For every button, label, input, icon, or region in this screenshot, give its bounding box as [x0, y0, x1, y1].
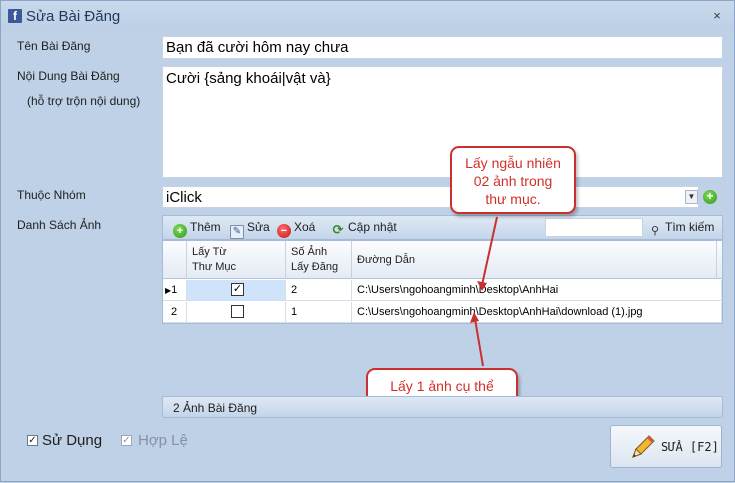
group-value: iClick: [166, 189, 202, 206]
save-button-label: SỬA [F2]: [661, 440, 719, 454]
use-label: Sử Dụng: [42, 432, 103, 449]
edit-icon: ✎: [230, 225, 244, 239]
update-button-label: Cập nhật: [348, 220, 397, 234]
header-from-folder[interactable]: Lấy Từ Thư Mục: [187, 241, 286, 279]
table-row[interactable]: 2 1 C:\Users\ngohoangminh\Desktop\AnhHai…: [163, 302, 722, 323]
edit-button-label: Sửa: [247, 220, 270, 234]
add-button[interactable]: + Thêm: [173, 220, 221, 238]
image-count-cell[interactable]: 1: [286, 302, 352, 323]
window-title: Sửa Bài Đăng: [26, 8, 121, 25]
header-image-count[interactable]: Số Ảnh Lấy Đăng: [286, 241, 352, 279]
post-title-input[interactable]: Bạn đã cười hôm nay chưa: [162, 36, 723, 59]
post-content-label: Nội Dung Bài Đăng: [17, 69, 120, 83]
group-label: Thuộc Nhóm: [17, 188, 86, 202]
delete-button[interactable]: − Xoá: [277, 220, 315, 238]
images-grid: Lấy Từ Thư Mục Số Ảnh Lấy Đăng Đường Dẫn…: [162, 240, 723, 324]
images-toolbar: + Thêm ✎ Sửa − Xoá ⟳ Cập nhật ⚲ Tìm kiếm: [162, 215, 723, 240]
use-checkbox[interactable]: ✓: [27, 435, 38, 446]
path-cell[interactable]: C:\Users\ngohoangminh\Desktop\AnhHai\dow…: [352, 302, 722, 323]
edit-button[interactable]: ✎ Sửa: [230, 220, 270, 239]
row-number: 2: [163, 302, 187, 323]
header-path[interactable]: Đường Dẫn: [352, 241, 717, 279]
search-input[interactable]: [545, 218, 643, 237]
post-content-textarea[interactable]: Cười {sảng khoái|vật và}: [162, 66, 723, 178]
post-content-value: Cười {sảng khoái|vật và}: [166, 70, 331, 87]
table-row[interactable]: ▶1 ✓ 2 C:\Users\ngohoangminh\Desktop\Anh…: [163, 280, 722, 301]
add-icon: +: [173, 224, 187, 238]
close-icon[interactable]: ×: [710, 9, 724, 23]
row-number: ▶1: [163, 280, 187, 301]
random-callout: Lấy ngẫu nhiên 02 ảnh trong thư mục.: [450, 146, 576, 214]
add-group-icon[interactable]: +: [703, 190, 717, 204]
from-folder-cell[interactable]: ✓: [187, 280, 286, 301]
chevron-down-icon[interactable]: ▼: [685, 190, 698, 204]
delete-icon: −: [277, 224, 291, 238]
row-number-value: 1: [171, 284, 178, 296]
valid-checkbox: ✓: [121, 435, 132, 446]
path-cell[interactable]: C:\Users\ngohoangminh\Desktop\AnhHai: [352, 280, 722, 301]
grid-header: Lấy Từ Thư Mục Số Ảnh Lấy Đăng Đường Dẫn: [163, 241, 722, 279]
binoculars-icon: ⚲: [650, 225, 660, 237]
add-button-label: Thêm: [190, 220, 221, 234]
search-button[interactable]: ⚲ Tìm kiếm: [644, 217, 721, 238]
post-images-panel[interactable]: 2 Ảnh Bài Đăng: [162, 396, 723, 418]
post-content-hint: (hỗ trợ trộn nội dung): [27, 94, 141, 108]
search-button-label: Tìm kiếm: [665, 220, 715, 234]
post-title-label: Tên Bài Đăng: [17, 39, 91, 53]
delete-button-label: Xoá: [294, 220, 316, 234]
edit-post-window: f Sửa Bài Đăng × Tên Bài Đăng Bạn đã cườ…: [0, 0, 735, 482]
save-button[interactable]: SỬA [F2]: [610, 425, 722, 468]
images-label: Danh Sách Ảnh: [17, 218, 102, 232]
title-bar: f Sửa Bài Đăng ×: [1, 1, 734, 31]
post-title-value: Bạn đã cười hôm nay chưa: [166, 39, 349, 56]
from-folder-checkbox[interactable]: [231, 305, 244, 318]
row-indicator-header: [163, 241, 187, 279]
from-folder-checkbox[interactable]: ✓: [231, 283, 244, 296]
refresh-icon: ⟳: [332, 222, 344, 237]
facebook-icon: f: [8, 9, 22, 23]
update-button[interactable]: ⟳ Cập nhật: [331, 220, 397, 237]
pencil-icon: [632, 435, 655, 458]
from-folder-cell[interactable]: [187, 302, 286, 323]
group-select[interactable]: iClick: [162, 186, 699, 208]
image-count-cell[interactable]: 2: [286, 280, 352, 301]
valid-label: Hợp Lệ: [138, 432, 188, 449]
